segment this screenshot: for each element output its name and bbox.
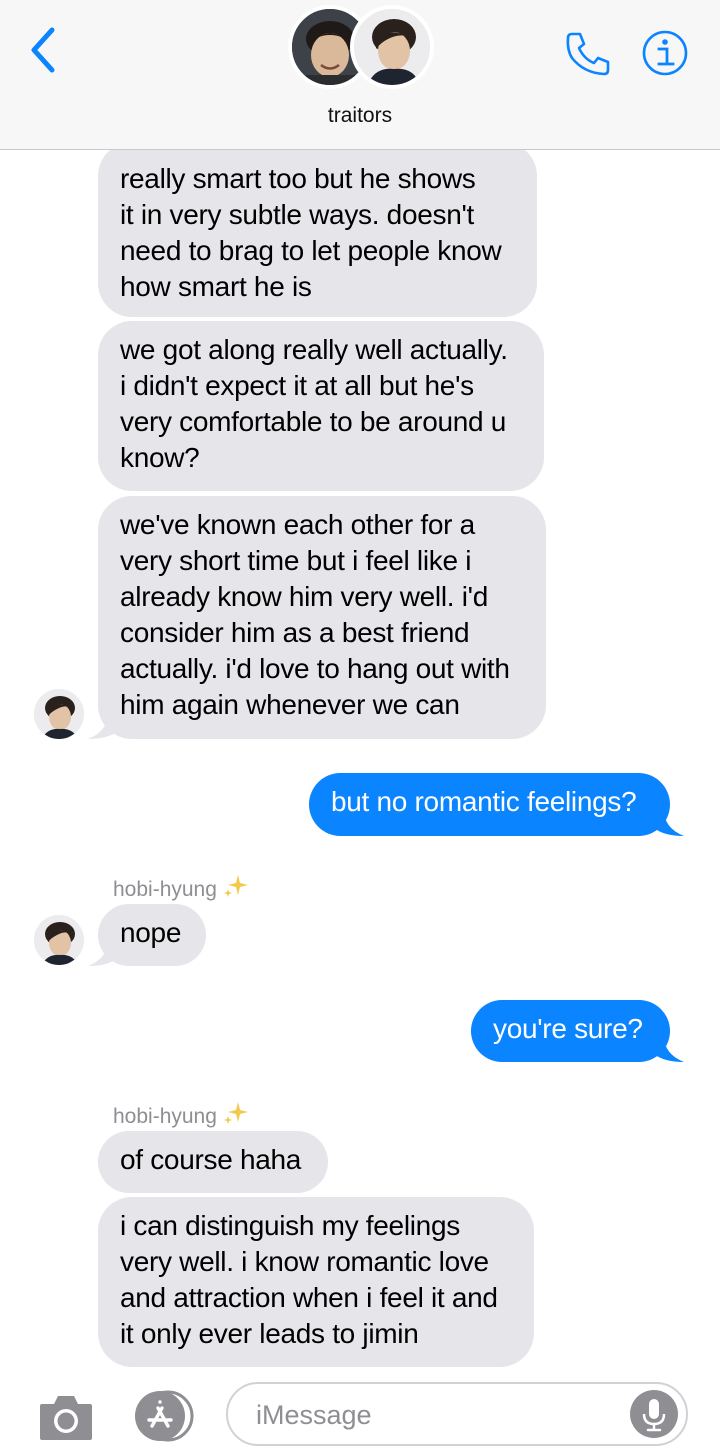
back-button[interactable] [22,22,66,78]
sparkles-icon [223,1100,249,1132]
avatar-member-2 [350,5,434,89]
conversation-header: traitors [0,0,720,150]
bubble-tail [88,713,118,739]
compose-bar [0,1370,720,1456]
info-icon [642,30,688,76]
message-bubble-incoming[interactable]: of course haha [98,1131,328,1193]
call-button[interactable] [562,28,614,80]
bubble-tail [654,810,684,836]
camera-button[interactable] [38,1392,94,1442]
sender-avatar[interactable] [34,689,84,739]
microphone-icon [642,1399,666,1432]
message-bubble-incoming[interactable]: we've known each other for a very short … [98,496,546,739]
message-input[interactable] [254,1394,618,1436]
phone-icon [566,32,610,76]
info-button[interactable] [640,28,690,78]
sender-avatar[interactable] [34,915,84,965]
message-bubble-incoming[interactable]: really smart too but he shows it in very… [98,142,537,317]
conversation-title[interactable]: traitors [0,104,720,128]
app-store-icon [135,1390,194,1442]
imessage-screen: traitors really smart too but he shows i… [0,0,720,1456]
sparkles-icon [223,873,249,905]
sender-name: hobi-hyung [113,873,249,905]
bubble-tail [654,1036,684,1062]
message-bubble-outgoing[interactable]: you're sure? [471,1000,670,1062]
bubble-tail [88,940,118,966]
sender-name: hobi-hyung [113,1100,249,1132]
dictation-button[interactable] [630,1390,678,1438]
group-avatars[interactable] [288,5,434,89]
message-bubble-outgoing[interactable]: but no romantic feelings? [309,773,670,836]
camera-icon [40,1396,92,1440]
message-input-field[interactable] [226,1382,688,1446]
apps-button[interactable] [130,1390,196,1442]
sender-name-text: hobi-hyung [113,878,217,901]
sender-name-text: hobi-hyung [113,1105,217,1128]
message-bubble-incoming[interactable]: we got along really well actually. i did… [98,321,544,491]
message-bubble-incoming[interactable]: i can distinguish my feelings very well.… [98,1197,534,1367]
chevron-left-icon [31,27,55,73]
